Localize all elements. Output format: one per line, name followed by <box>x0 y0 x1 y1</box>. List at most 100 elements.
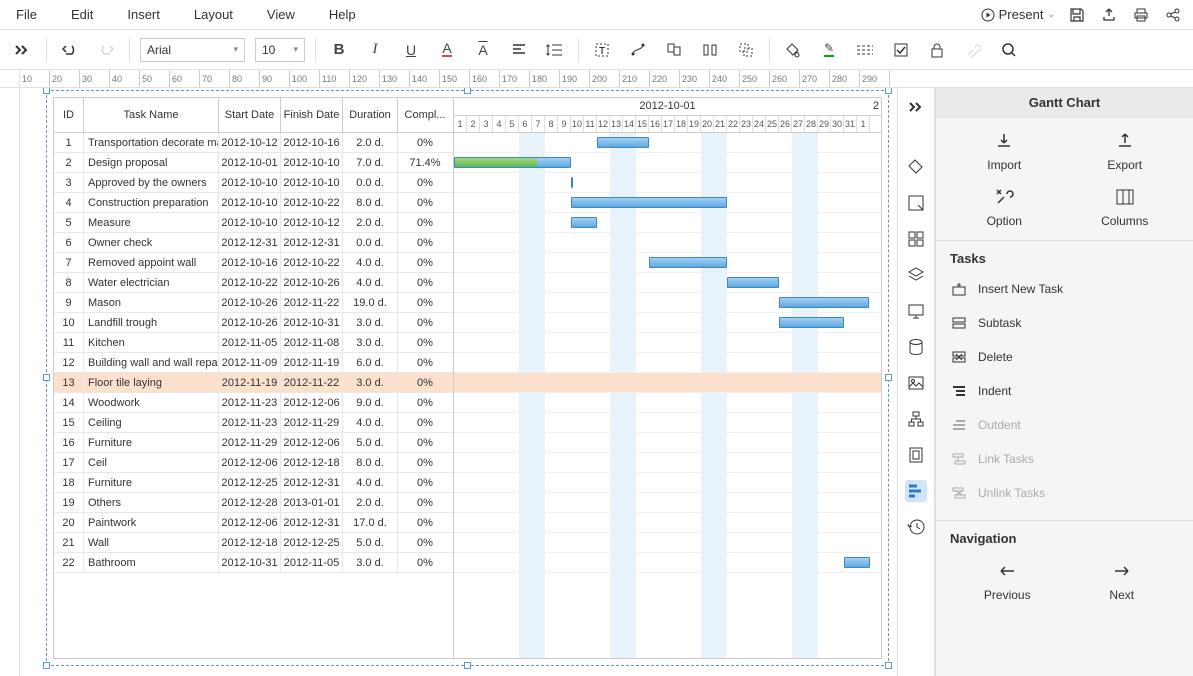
export-button[interactable]: Export <box>1065 130 1186 172</box>
gantt-bar[interactable] <box>454 157 571 168</box>
cell-dur[interactable]: 3.0 d. <box>343 313 398 332</box>
chart-row[interactable] <box>454 393 881 413</box>
cell-name[interactable]: Ceil <box>84 453 219 472</box>
cell-name[interactable]: Design proposal <box>84 153 219 172</box>
chart-row[interactable] <box>454 493 881 513</box>
table-row[interactable]: 2Design proposal2012-10-012012-10-107.0 … <box>54 153 453 173</box>
cell-start[interactable]: 2012-10-10 <box>219 173 281 192</box>
cell-start[interactable]: 2012-10-22 <box>219 273 281 292</box>
cell-finish[interactable]: 2012-12-18 <box>281 453 343 472</box>
text-style-button[interactable]: A <box>470 37 496 63</box>
group-button[interactable] <box>733 37 759 63</box>
table-row[interactable]: 20Paintwork2012-12-062012-12-3117.0 d.0% <box>54 513 453 533</box>
cell-name[interactable]: Construction preparation <box>84 193 219 212</box>
cell-comp[interactable]: 0% <box>398 293 452 312</box>
cell-id[interactable]: 2 <box>54 153 84 172</box>
resize-handle[interactable] <box>464 662 471 669</box>
cell-id[interactable]: 8 <box>54 273 84 292</box>
cell-name[interactable]: Building wall and wall repair <box>84 353 219 372</box>
cell-start[interactable]: 2012-10-01 <box>219 153 281 172</box>
cell-comp[interactable]: 0% <box>398 373 452 392</box>
chart-row[interactable] <box>454 233 881 253</box>
cell-comp[interactable]: 0% <box>398 533 452 552</box>
cell-comp[interactable]: 0% <box>398 453 452 472</box>
import-button[interactable]: Import <box>944 130 1065 172</box>
expand-icon[interactable] <box>10 37 36 63</box>
cell-name[interactable]: Approved by the owners <box>84 173 219 192</box>
cell-name[interactable]: Others <box>84 493 219 512</box>
cell-name[interactable]: Measure <box>84 213 219 232</box>
table-row[interactable]: 17Ceil2012-12-062012-12-188.0 d.0% <box>54 453 453 473</box>
cell-finish[interactable]: 2012-12-25 <box>281 533 343 552</box>
rail-collapse-icon[interactable] <box>905 96 927 118</box>
history-icon[interactable] <box>905 516 927 538</box>
header-complete[interactable]: Compl... <box>398 98 452 132</box>
cell-start[interactable]: 2012-10-31 <box>219 553 281 572</box>
menu-view[interactable]: View <box>261 3 301 26</box>
cell-start[interactable]: 2012-11-23 <box>219 413 281 432</box>
line-style-button[interactable] <box>852 37 878 63</box>
redo-button[interactable] <box>93 37 119 63</box>
cell-dur[interactable]: 4.0 d. <box>343 253 398 272</box>
chart-row[interactable] <box>454 353 881 373</box>
cell-finish[interactable]: 2012-11-08 <box>281 333 343 352</box>
cell-id[interactable]: 21 <box>54 533 84 552</box>
cell-dur[interactable]: 5.0 d. <box>343 533 398 552</box>
share-icon[interactable] <box>1163 5 1183 25</box>
gantt-bar[interactable] <box>727 277 779 288</box>
resize-handle[interactable] <box>885 662 892 669</box>
cell-id[interactable]: 15 <box>54 413 84 432</box>
cell-id[interactable]: 6 <box>54 233 84 252</box>
cell-finish[interactable]: 2012-11-29 <box>281 413 343 432</box>
cell-finish[interactable]: 2012-10-26 <box>281 273 343 292</box>
cell-start[interactable]: 2012-11-23 <box>219 393 281 412</box>
gantt-selection-frame[interactable]: ID Task Name Start Date Finish Date Dura… <box>46 90 889 666</box>
resize-handle[interactable] <box>43 88 50 94</box>
gantt-bar[interactable] <box>571 177 573 188</box>
cell-name[interactable]: Wall <box>84 533 219 552</box>
cell-dur[interactable]: 6.0 d. <box>343 353 398 372</box>
cell-dur[interactable]: 3.0 d. <box>343 333 398 352</box>
cell-finish[interactable]: 2012-11-22 <box>281 373 343 392</box>
table-row[interactable]: 22Bathroom2012-10-312012-11-053.0 d.0% <box>54 553 453 573</box>
resize-handle[interactable] <box>885 374 892 381</box>
cell-id[interactable]: 19 <box>54 493 84 512</box>
cell-dur[interactable]: 9.0 d. <box>343 393 398 412</box>
cell-name[interactable]: Woodwork <box>84 393 219 412</box>
cell-name[interactable]: Water electrician <box>84 273 219 292</box>
cell-finish[interactable]: 2012-10-22 <box>281 193 343 212</box>
cell-start[interactable]: 2012-10-26 <box>219 293 281 312</box>
textbox-button[interactable]: T <box>589 37 615 63</box>
cell-start[interactable]: 2012-10-16 <box>219 253 281 272</box>
table-row[interactable]: 19Others2012-12-282013-01-012.0 d.0% <box>54 493 453 513</box>
cell-id[interactable]: 4 <box>54 193 84 212</box>
cell-finish[interactable]: 2012-12-31 <box>281 513 343 532</box>
cell-id[interactable]: 13 <box>54 373 84 392</box>
gantt-bar[interactable] <box>649 257 727 268</box>
shape-tool-icon[interactable] <box>905 192 927 214</box>
export-icon[interactable] <box>1099 5 1119 25</box>
cell-finish[interactable]: 2012-10-10 <box>281 173 343 192</box>
chart-row[interactable] <box>454 413 881 433</box>
next-button[interactable]: Next <box>1065 560 1180 602</box>
present-button[interactable]: Present ⌄ <box>981 7 1055 22</box>
header-duration[interactable]: Duration <box>343 98 398 132</box>
cell-comp[interactable]: 0% <box>398 233 452 252</box>
cell-start[interactable]: 2012-11-09 <box>219 353 281 372</box>
cell-finish[interactable]: 2012-10-22 <box>281 253 343 272</box>
cell-finish[interactable]: 2012-12-06 <box>281 393 343 412</box>
cell-finish[interactable]: 2012-10-31 <box>281 313 343 332</box>
cell-name[interactable]: Mason <box>84 293 219 312</box>
fill-tool-icon[interactable] <box>905 156 927 178</box>
cell-name[interactable]: Furniture <box>84 473 219 492</box>
align-objects-button[interactable] <box>661 37 687 63</box>
italic-button[interactable]: I <box>362 37 388 63</box>
table-row[interactable]: 5Measure2012-10-102012-10-122.0 d.0% <box>54 213 453 233</box>
table-row[interactable]: 7Removed appoint wall2012-10-162012-10-2… <box>54 253 453 273</box>
gantt-tool-icon[interactable] <box>905 480 927 502</box>
cell-start[interactable]: 2012-12-31 <box>219 233 281 252</box>
cell-name[interactable]: Removed appoint wall <box>84 253 219 272</box>
gantt-bar[interactable] <box>779 317 844 328</box>
fill-button[interactable] <box>780 37 806 63</box>
table-row[interactable]: 13Floor tile laying2012-11-192012-11-223… <box>54 373 453 393</box>
